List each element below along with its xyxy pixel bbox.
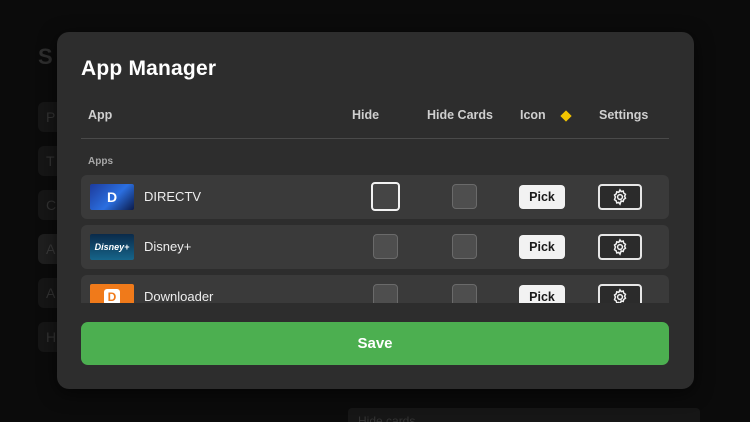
disney-plus-logo-icon: Disney+ [90,234,134,260]
column-header-icon: Icon [520,108,546,122]
hide-checkbox[interactable] [373,234,398,259]
app-settings-button[interactable] [598,234,642,260]
downloader-logo-icon: D [90,284,134,303]
column-header-hide-cards: Hide Cards [427,108,493,122]
section-label-apps: Apps [88,156,113,167]
hide-cards-checkbox[interactable] [452,284,477,303]
disney-plus-logo-text: Disney+ [94,242,130,252]
column-header-settings: Settings [599,108,649,122]
hide-checkbox[interactable] [371,182,400,211]
hide-checkbox[interactable] [373,284,398,303]
app-settings-button[interactable] [598,284,642,303]
app-row-disney-plus: Disney+ Disney+ Pick [81,225,669,269]
app-name: DIRECTV [144,189,202,204]
gear-icon [613,288,627,303]
gear-icon [613,238,627,256]
table-header: App Hide Hide Cards Icon Settings [81,103,669,139]
diamond-icon [560,110,572,122]
app-row-downloader: D Downloader Pick [81,275,669,303]
dialog-title: App Manager [81,57,217,80]
hide-cards-checkbox[interactable] [452,184,477,209]
app-manager-dialog: App Manager App Hide Hide Cards Icon Set… [57,32,694,389]
app-list[interactable]: D DIRECTV Pick Disney+ Disney+ Pick D Do… [81,175,669,303]
column-header-hide: Hide [352,108,380,122]
pick-icon-button[interactable]: Pick [519,285,565,303]
app-name: Disney+ [144,239,192,254]
directv-logo-text: D [106,189,118,205]
hide-cards-checkbox[interactable] [452,234,477,259]
pick-icon-button[interactable]: Pick [519,235,565,259]
app-settings-button[interactable] [598,184,642,210]
background-option-row: Hide cards... [348,408,700,422]
directv-logo-icon: D [90,184,134,210]
downloader-logo-text: D [104,289,120,303]
column-header-app: App [88,108,113,122]
background-page-title: S [38,44,53,69]
pick-icon-button[interactable]: Pick [519,185,565,209]
app-name: Downloader [144,289,214,303]
app-row-directv: D DIRECTV Pick [81,175,669,219]
save-button[interactable]: Save [81,322,669,365]
gear-icon [613,188,627,206]
